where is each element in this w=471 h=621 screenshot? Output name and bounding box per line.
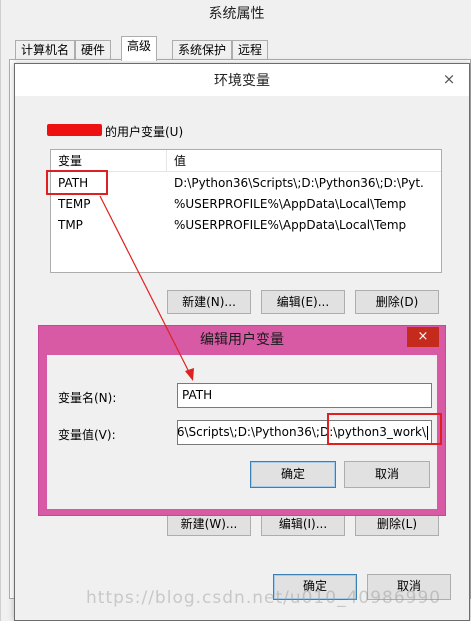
text-cursor <box>427 425 428 440</box>
variable-value-string: 36\Scripts\;D:\Python36\;D:\python3_work… <box>177 425 426 439</box>
column-header-value[interactable]: 值 <box>168 150 438 172</box>
variable-name-input[interactable]: PATH <box>177 383 432 408</box>
column-header-variable[interactable]: 变量 <box>51 150 167 172</box>
tab-computer-name[interactable]: 计算机名 <box>15 40 76 60</box>
edit-dialog-title: 编辑用户变量 <box>200 332 284 348</box>
edit-user-variable-dialog: 编辑用户变量 × 变量名(N): PATH 变量值(V): 36\Scripts… <box>38 325 446 516</box>
variable-name: TEMP <box>58 197 91 211</box>
tab-system-protection[interactable]: 系统保护 <box>172 40 233 60</box>
user-new-button[interactable]: 新建(N)... <box>167 290 251 314</box>
user-edit-button[interactable]: 编辑(E)... <box>261 290 345 314</box>
tab-hardware[interactable]: 硬件 <box>75 40 112 60</box>
tab-remote[interactable]: 远程 <box>232 40 269 60</box>
variable-value-label: 变量值(V): <box>58 428 116 442</box>
table-row[interactable]: PATH D:\Python36\Scripts\;D:\Python36\;D… <box>51 173 441 194</box>
ok-button[interactable]: 确定 <box>273 574 357 600</box>
variable-name: PATH <box>58 176 89 190</box>
system-properties-title: 系统属性 <box>208 6 265 22</box>
cancel-button[interactable]: 取消 <box>367 574 451 600</box>
variable-value: %USERPROFILE%\AppData\Local\Temp <box>174 197 407 211</box>
variable-value-input[interactable]: 36\Scripts\;D:\Python36\;D:\python3_work… <box>177 420 432 445</box>
close-icon[interactable]: × <box>439 70 459 90</box>
close-icon[interactable]: × <box>407 327 439 347</box>
redacted-username <box>47 124 102 136</box>
user-variables-label: 的用户变量(U) <box>105 125 184 139</box>
variable-value-text: 36\Scripts\;D:\Python36\;D:\python3_work… <box>177 421 428 444</box>
variable-name-label: 变量名(N): <box>58 391 117 405</box>
edit-cancel-button[interactable]: 取消 <box>344 461 430 488</box>
edit-ok-button[interactable]: 确定 <box>250 461 336 488</box>
environment-variables-title: 环境变量 <box>15 64 469 96</box>
user-delete-button[interactable]: 删除(D) <box>355 290 439 314</box>
list-header: 变量 值 <box>51 150 441 172</box>
variable-name: TMP <box>58 218 83 232</box>
edit-dialog-content: 变量名(N): PATH 变量值(V): 36\Scripts\;D:\Pyth… <box>47 355 442 509</box>
user-variables-list: 变量 值 PATH D:\Python36\Scripts\;D:\Python… <box>50 149 442 273</box>
table-row[interactable]: TMP %USERPROFILE%\AppData\Local\Temp <box>51 215 441 236</box>
variable-value: %USERPROFILE%\AppData\Local\Temp <box>174 218 407 232</box>
table-row[interactable]: TEMP %USERPROFILE%\AppData\Local\Temp <box>51 194 441 215</box>
tab-advanced[interactable]: 高级 <box>121 36 158 61</box>
variable-value: D:\Python36\Scripts\;D:\Python36\;D:\Pyt… <box>174 176 424 190</box>
